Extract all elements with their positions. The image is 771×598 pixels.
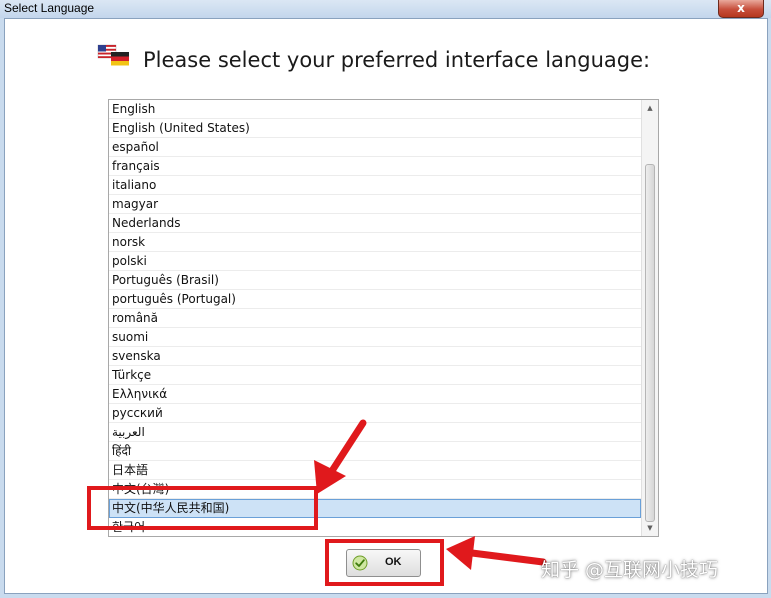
language-item[interactable]: العربية bbox=[109, 423, 641, 442]
language-item[interactable]: Nederlands bbox=[109, 214, 641, 233]
scroll-up-arrow-icon[interactable]: ▲ bbox=[642, 101, 658, 115]
language-item[interactable]: हिंदी bbox=[109, 442, 641, 461]
flags-us-de-icon bbox=[97, 44, 129, 66]
window-title: Select Language bbox=[4, 1, 95, 15]
language-item[interactable]: norsk bbox=[109, 233, 641, 252]
scroll-down-arrow-icon[interactable]: ▼ bbox=[642, 521, 658, 535]
language-item[interactable]: Türkçe bbox=[109, 366, 641, 385]
close-button[interactable]: x bbox=[718, 0, 764, 18]
language-item[interactable]: magyar bbox=[109, 195, 641, 214]
language-item[interactable]: English bbox=[109, 100, 641, 119]
language-item[interactable]: français bbox=[109, 157, 641, 176]
list-scrollbar[interactable]: ▲ ▼ bbox=[641, 100, 658, 536]
language-list[interactable]: English English (United States) español fra… bbox=[108, 99, 659, 537]
language-item[interactable]: română bbox=[109, 309, 641, 328]
title-bar: Select Language x bbox=[0, 0, 771, 18]
highlight-box-selected-language bbox=[87, 486, 318, 530]
language-item[interactable]: 日本語 bbox=[109, 461, 641, 480]
language-rows: English English (United States) español fra… bbox=[109, 100, 641, 536]
scroll-thumb[interactable] bbox=[645, 164, 655, 522]
language-item[interactable]: polski bbox=[109, 252, 641, 271]
language-item[interactable]: Português (Brasil) bbox=[109, 271, 641, 290]
language-item[interactable]: Ελληνικά bbox=[109, 385, 641, 404]
language-item[interactable]: español bbox=[109, 138, 641, 157]
dialog-heading: Please select your preferred interface l… bbox=[143, 48, 651, 72]
language-item[interactable]: English (United States) bbox=[109, 119, 641, 138]
language-item[interactable]: русский bbox=[109, 404, 641, 423]
language-item[interactable]: português (Portugal) bbox=[109, 290, 641, 309]
language-item[interactable]: suomi bbox=[109, 328, 641, 347]
highlight-box-ok-button bbox=[325, 539, 444, 586]
close-icon: x bbox=[737, 1, 745, 15]
language-item[interactable]: svenska bbox=[109, 347, 641, 366]
language-item[interactable]: italiano bbox=[109, 176, 641, 195]
watermark-text: 知乎 @互联网小技巧 bbox=[541, 559, 719, 581]
